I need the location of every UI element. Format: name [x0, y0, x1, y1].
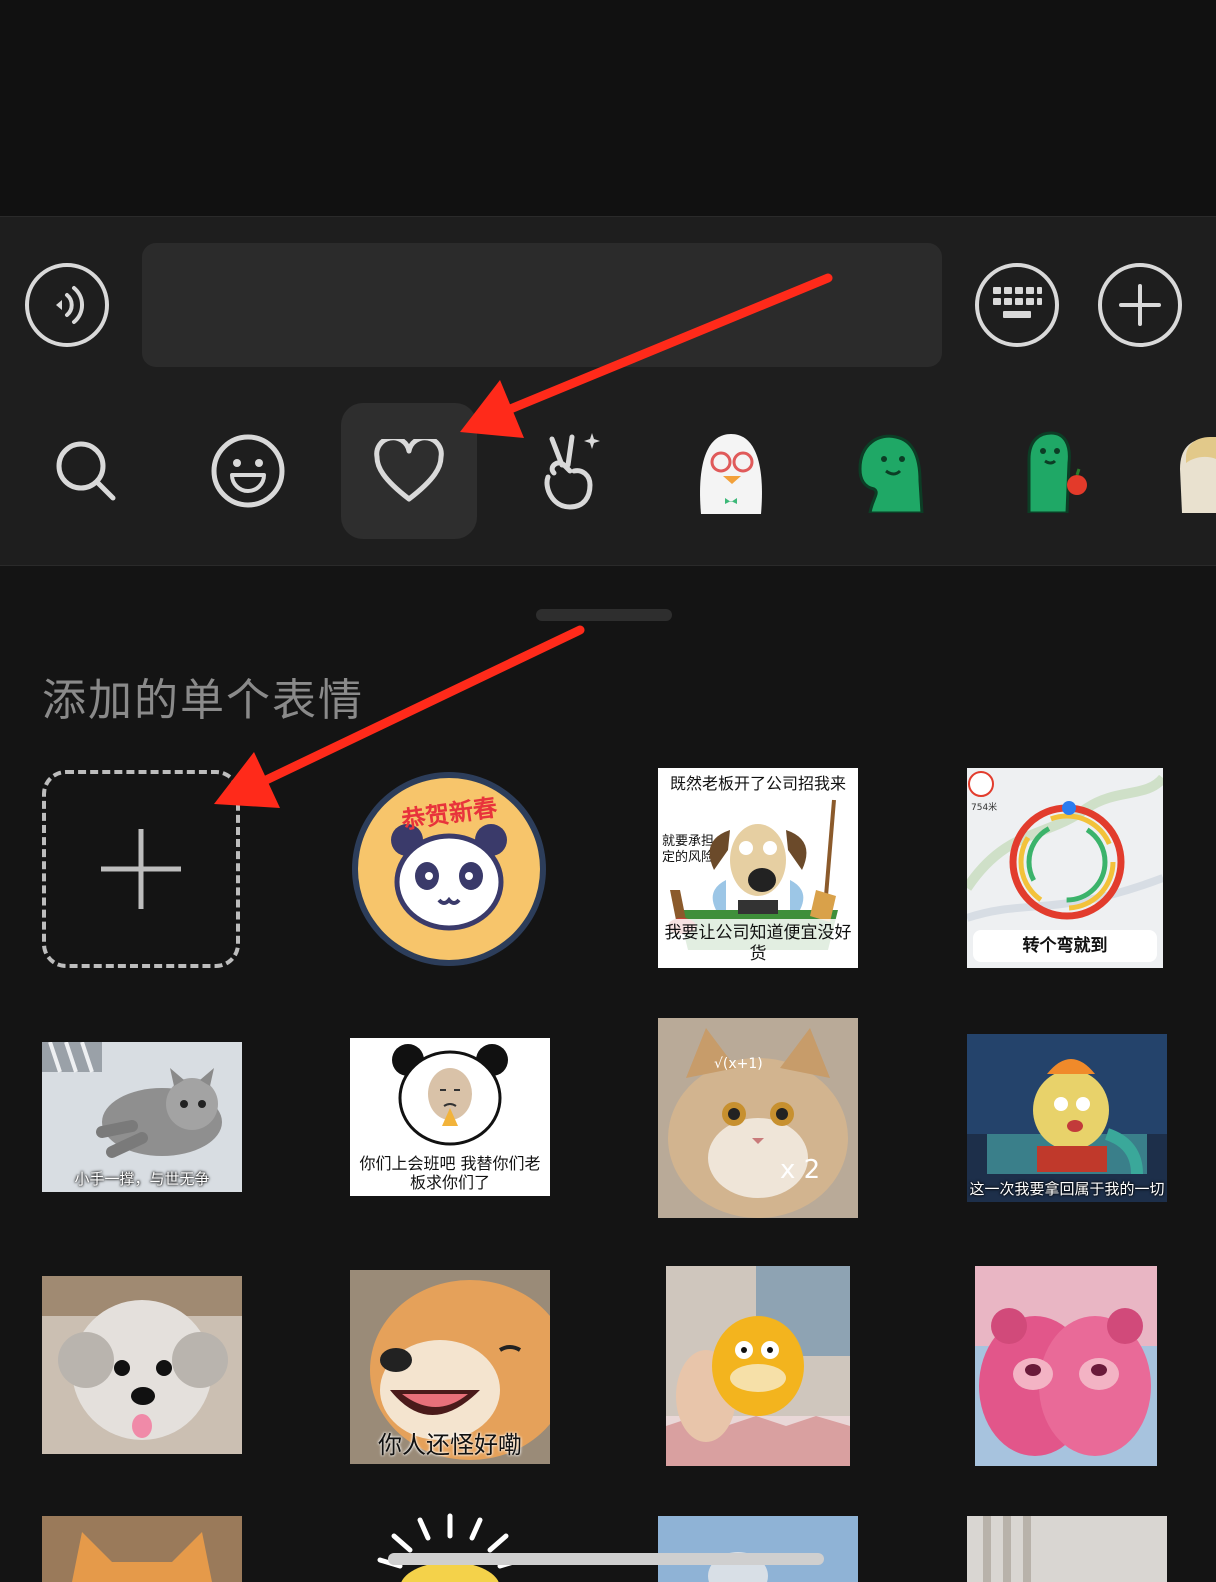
heart-icon	[374, 439, 444, 502]
sticker-gray-partial[interactable]	[967, 1516, 1167, 1582]
tab-sticker-pack-more[interactable]	[1146, 403, 1216, 539]
sticker-map-turn[interactable]: 754米 转个弯就到	[967, 768, 1163, 968]
sticker-kitten[interactable]: 小手一撑，与世无争	[42, 1042, 242, 1192]
svg-text:√(x+1): √(x+1)	[714, 1056, 763, 1072]
sticker-fluffy-dog[interactable]	[42, 1276, 242, 1454]
sticker-panda-new-year[interactable]: 恭贺新春	[352, 772, 546, 966]
panda-meme-face	[392, 1044, 508, 1146]
partial-sticker-icon	[1180, 437, 1216, 513]
voice-button[interactable]	[25, 263, 109, 347]
sticker-blue-partial[interactable]	[658, 1516, 858, 1582]
map-distance-label: 754米	[971, 803, 998, 813]
tab-sticker-pack-dino[interactable]	[824, 403, 960, 539]
sticker-caption: 转个弯就到	[973, 929, 1157, 962]
voice-icon	[56, 286, 85, 324]
shiba-partial-graphic	[72, 1532, 212, 1582]
input-panel	[0, 216, 1216, 566]
tab-search[interactable]	[18, 403, 154, 539]
sticker-gromit-boss[interactable]: 既然老板开了公司招我来 就要承担一定的风险 我要让公司知道便宜没好货	[658, 768, 858, 968]
keyboard-button[interactable]	[975, 263, 1059, 347]
tab-sticker-pack-dino-apple[interactable]	[985, 403, 1121, 539]
add-sticker-button[interactable]	[42, 770, 240, 968]
math-cat-graphic: x 2 √(x+1)	[668, 1028, 848, 1218]
sticker-lotso-bears[interactable]	[975, 1266, 1157, 1466]
sticker-caption: 这一次我要拿回属于我的一切	[969, 1180, 1165, 1198]
peace-hand-icon	[544, 433, 600, 510]
tab-gesture[interactable]	[502, 403, 638, 539]
gray-partial-graphic	[983, 1516, 1031, 1582]
sticker-burst-partial[interactable]	[360, 1512, 540, 1582]
tab-favorites[interactable]	[341, 403, 477, 539]
keyboard-icon	[993, 287, 1042, 318]
blue-partial-graphic	[708, 1552, 768, 1582]
section-title: 添加的单个表情	[42, 675, 364, 726]
sticker-panda-please[interactable]: 你们上会班吧 我替你们老板求你们了	[350, 1038, 550, 1196]
message-input[interactable]	[142, 243, 942, 367]
tab-sticker-pack-duck[interactable]	[663, 403, 799, 539]
green-dino-apple-icon	[1027, 431, 1087, 513]
psyduck-graphic	[666, 1266, 850, 1466]
green-dino-icon	[858, 434, 924, 513]
sticker-math-cat[interactable]: x 2 √(x+1)	[658, 1018, 858, 1218]
chat-area	[0, 0, 1216, 216]
add-more-button[interactable]	[1098, 263, 1182, 347]
smile-icon	[211, 434, 285, 508]
sticker-mrs-puff[interactable]: 这一次我要拿回属于我的一切	[967, 1034, 1167, 1202]
sticker-psyduck-toy[interactable]	[666, 1266, 850, 1466]
sticker-shiba-laugh[interactable]: 你人还怪好嘞	[350, 1270, 550, 1464]
panel-drag-handle[interactable]	[536, 609, 672, 621]
tab-emoji[interactable]	[180, 403, 316, 539]
svg-text:x 2: x 2	[780, 1155, 820, 1185]
lotso-graphic	[975, 1266, 1157, 1456]
sticker-caption: 小手一撑，与世无争	[74, 1170, 210, 1188]
duck-sticker-icon	[700, 434, 762, 514]
burst-graphic	[377, 1513, 523, 1582]
plus-icon	[101, 829, 181, 909]
sticker-caption: 我要让公司知道便宜没好货	[658, 919, 858, 968]
search-icon	[56, 441, 116, 501]
plus-circle-icon	[1119, 284, 1161, 326]
sticker-caption: 你人还怪好嘞	[378, 1431, 522, 1460]
fluffy-dog-graphic	[42, 1276, 242, 1440]
home-indicator[interactable]	[388, 1553, 824, 1565]
sticker-shiba-partial[interactable]	[42, 1516, 242, 1582]
sticker-caption: 你们上会班吧 我替你们老板求你们了	[359, 1153, 541, 1192]
